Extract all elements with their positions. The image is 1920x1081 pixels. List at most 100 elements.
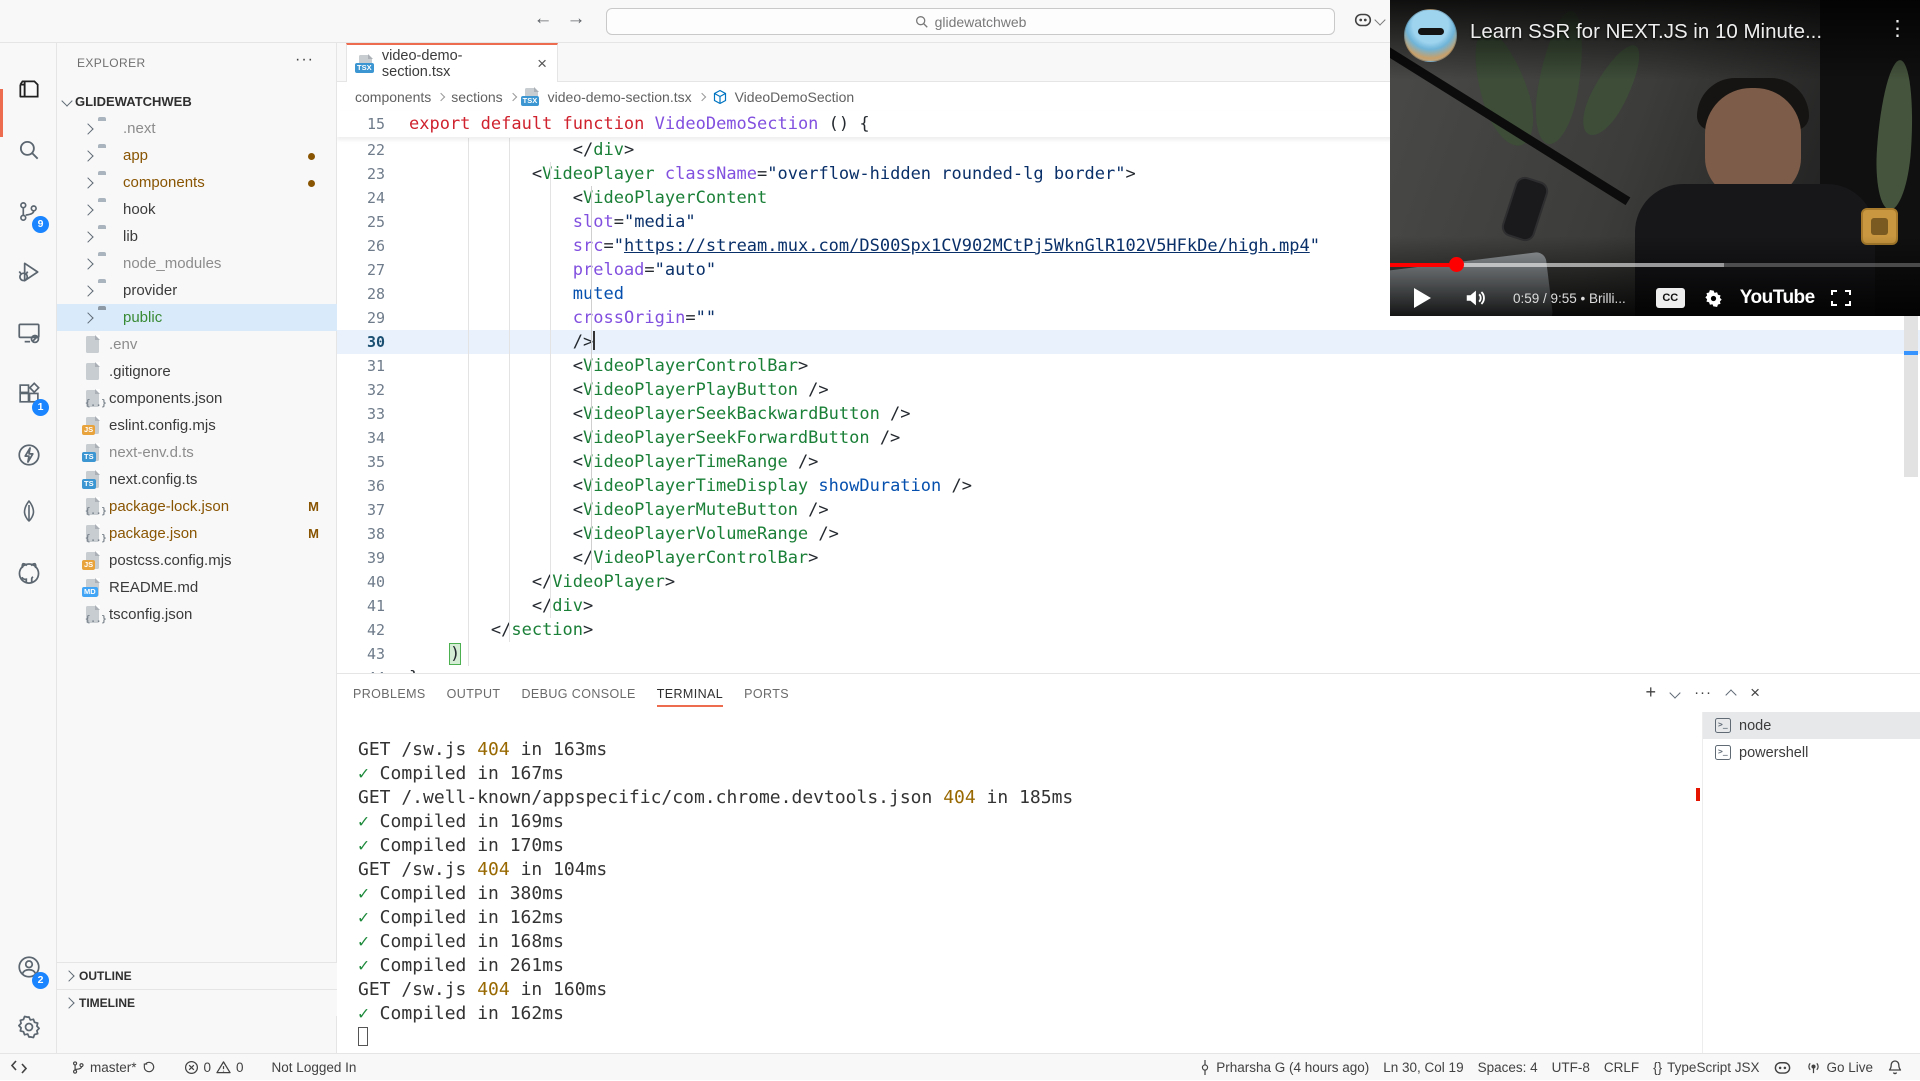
git-blame-status[interactable]: Prharsha G (4 hours ago) (1192, 1054, 1376, 1081)
volume-icon[interactable] (1463, 287, 1487, 309)
tree-item--env[interactable]: .env (57, 331, 337, 358)
explorer-more-actions[interactable]: ··· (295, 51, 314, 69)
indent-guide (509, 138, 510, 642)
login-status[interactable]: Not Logged In (265, 1054, 364, 1081)
tab-video-demo-section[interactable]: TSX video-demo-section.tsx × (346, 43, 558, 82)
sticky-line-number: 15 (337, 111, 409, 137)
terminal-profile-dropdown[interactable] (1669, 687, 1680, 698)
accounts-button[interactable]: 2 (0, 943, 57, 991)
eol-sequence[interactable]: CRLF (1597, 1054, 1646, 1081)
tab-close-button[interactable]: × (537, 54, 547, 74)
breadcrumb-components[interactable]: components (355, 89, 431, 105)
video-title[interactable]: Learn SSR for NEXT.JS in 10 Minute... (1470, 20, 1822, 44)
settings-button[interactable] (0, 1003, 57, 1051)
tree-item-eslint-config-mjs[interactable]: JSeslint.config.mjs (57, 412, 337, 439)
sidebar-item-thunder-client[interactable] (0, 431, 57, 479)
chevron-right-icon (697, 93, 705, 101)
sidebar-item-extensions[interactable]: 1 (0, 370, 57, 418)
terminal-cursor (358, 1027, 368, 1046)
tree-item-components[interactable]: components (57, 169, 337, 196)
encoding[interactable]: UTF-8 (1545, 1054, 1597, 1081)
json-file-icon: {..} (84, 390, 102, 408)
language-mode[interactable]: {} TypeScript JSX (1646, 1054, 1766, 1081)
tree-item--gitignore[interactable]: .gitignore (57, 358, 337, 385)
sidebar-item-source-control[interactable]: 9 (0, 187, 57, 235)
project-section-header[interactable]: GLIDEWATCHWEB (57, 89, 337, 113)
tree-item-lib[interactable]: lib (57, 223, 337, 250)
breadcrumb-symbol[interactable]: VideoDemoSection (735, 89, 855, 105)
sidebar-item-search[interactable] (0, 126, 57, 174)
folder-icon (98, 174, 116, 192)
tree-item-package-lock-json[interactable]: {..}package-lock.jsonM (57, 493, 337, 520)
tree-item--next[interactable]: .next (57, 115, 337, 142)
tree-item-README-md[interactable]: MDREADME.md (57, 574, 337, 601)
copilot-status[interactable] (1766, 1054, 1799, 1081)
tree-item-next-config-ts[interactable]: TSnext.config.ts (57, 466, 337, 493)
breadcrumb-sections[interactable]: sections (451, 89, 502, 105)
panel-more-actions[interactable]: ··· (1694, 684, 1712, 701)
tree-item-label: next-env.d.ts (109, 444, 194, 461)
branch-status[interactable]: master* (64, 1054, 163, 1081)
progress-scrubber[interactable] (1449, 257, 1464, 272)
error-count: 0 (204, 1060, 212, 1075)
play-button[interactable] (1414, 288, 1431, 308)
code-line-36: 36 <VideoPlayerTimeDisplay showDuration … (337, 474, 1920, 498)
close-panel-button[interactable]: × (1750, 683, 1760, 703)
tree-item-node-modules[interactable]: node_modules (57, 250, 337, 277)
remote-indicator[interactable] (4, 1054, 34, 1081)
tree-item-components-json[interactable]: {..}components.json (57, 385, 337, 412)
tree-item-hook[interactable]: hook (57, 196, 337, 223)
breadcrumb-file[interactable]: video-demo-section.tsx (548, 89, 692, 105)
youtube-logo[interactable]: YouTube (1740, 287, 1815, 309)
sidebar-item-github[interactable] (0, 549, 57, 597)
youtube-pip-player[interactable]: Learn SSR for NEXT.JS in 10 Minute... ⋮ … (1390, 0, 1920, 316)
terminal-session-powershell[interactable]: >_powershell (1703, 739, 1920, 766)
fullscreen-button[interactable] (1831, 290, 1851, 306)
video-menu-button[interactable]: ⋮ (1887, 16, 1908, 41)
go-live-button[interactable]: Go Live (1799, 1054, 1880, 1081)
panel-tab-output[interactable]: OUTPUT (447, 674, 501, 714)
tree-item-app[interactable]: app (57, 142, 337, 169)
terminal-line: GET /sw.js 404 in 160ms (358, 978, 1073, 1002)
terminal-output: GET /sw.js 404 in 163ms✓ Compiled in 167… (358, 738, 1073, 1050)
nav-back-button[interactable]: ← (530, 8, 556, 30)
settings-gear-icon[interactable] (1703, 288, 1724, 309)
channel-avatar[interactable] (1404, 9, 1457, 62)
editor-scrollbar-thumb[interactable] (1904, 316, 1918, 477)
tree-item-tsconfig-json[interactable]: {..}tsconfig.json (57, 601, 337, 628)
sidebar-item-remote-explorer[interactable] (0, 309, 57, 357)
panel-tab-ports[interactable]: PORTS (744, 674, 789, 714)
sidebar-item-explorer[interactable] (0, 65, 57, 113)
progress-played (1390, 263, 1456, 267)
line-number: 22 (337, 138, 409, 162)
cursor-position[interactable]: Ln 30, Col 19 (1376, 1054, 1470, 1081)
indent-guide (550, 162, 551, 618)
tree-item-postcss-config-mjs[interactable]: JSpostcss.config.mjs (57, 547, 337, 574)
sidebar-item-mongodb[interactable] (0, 487, 57, 535)
panel-tab-problems[interactable]: PROBLEMS (353, 674, 426, 714)
tree-item-package-json[interactable]: {..}package.jsonM (57, 520, 337, 547)
code-line-37: 37 <VideoPlayerMuteButton /> (337, 498, 1920, 522)
problems-status[interactable]: 0 0 (177, 1054, 251, 1081)
notifications-button[interactable] (1880, 1054, 1910, 1081)
maximize-panel-button[interactable] (1725, 689, 1736, 700)
indentation[interactable]: Spaces: 4 (1471, 1054, 1545, 1081)
tree-item-label: provider (123, 282, 177, 299)
terminal-icon: >_ (1715, 718, 1731, 733)
tree-item-public[interactable]: public (57, 304, 337, 331)
nav-forward-button[interactable]: → (563, 8, 589, 30)
captions-button[interactable]: CC (1656, 288, 1685, 308)
chevron-right-icon (82, 258, 93, 269)
json-file-icon: {..} (84, 525, 102, 543)
panel-tab-terminal[interactable]: TERMINAL (657, 674, 723, 714)
tree-item-provider[interactable]: provider (57, 277, 337, 304)
copilot-titlebar-button[interactable] (1352, 9, 1384, 31)
sidebar-item-run-debug[interactable] (0, 248, 57, 296)
tree-item-next-env-d-ts[interactable]: TSnext-env.d.ts (57, 439, 337, 466)
panel-tab-debug-console[interactable]: DEBUG CONSOLE (521, 674, 635, 714)
new-terminal-button[interactable]: + (1646, 682, 1657, 703)
timeline-section[interactable]: TIMELINE (57, 989, 337, 1016)
command-center-search[interactable]: glidewatchweb (606, 8, 1335, 35)
outline-section[interactable]: OUTLINE (57, 962, 337, 989)
terminal-session-node[interactable]: >_node (1703, 712, 1920, 739)
